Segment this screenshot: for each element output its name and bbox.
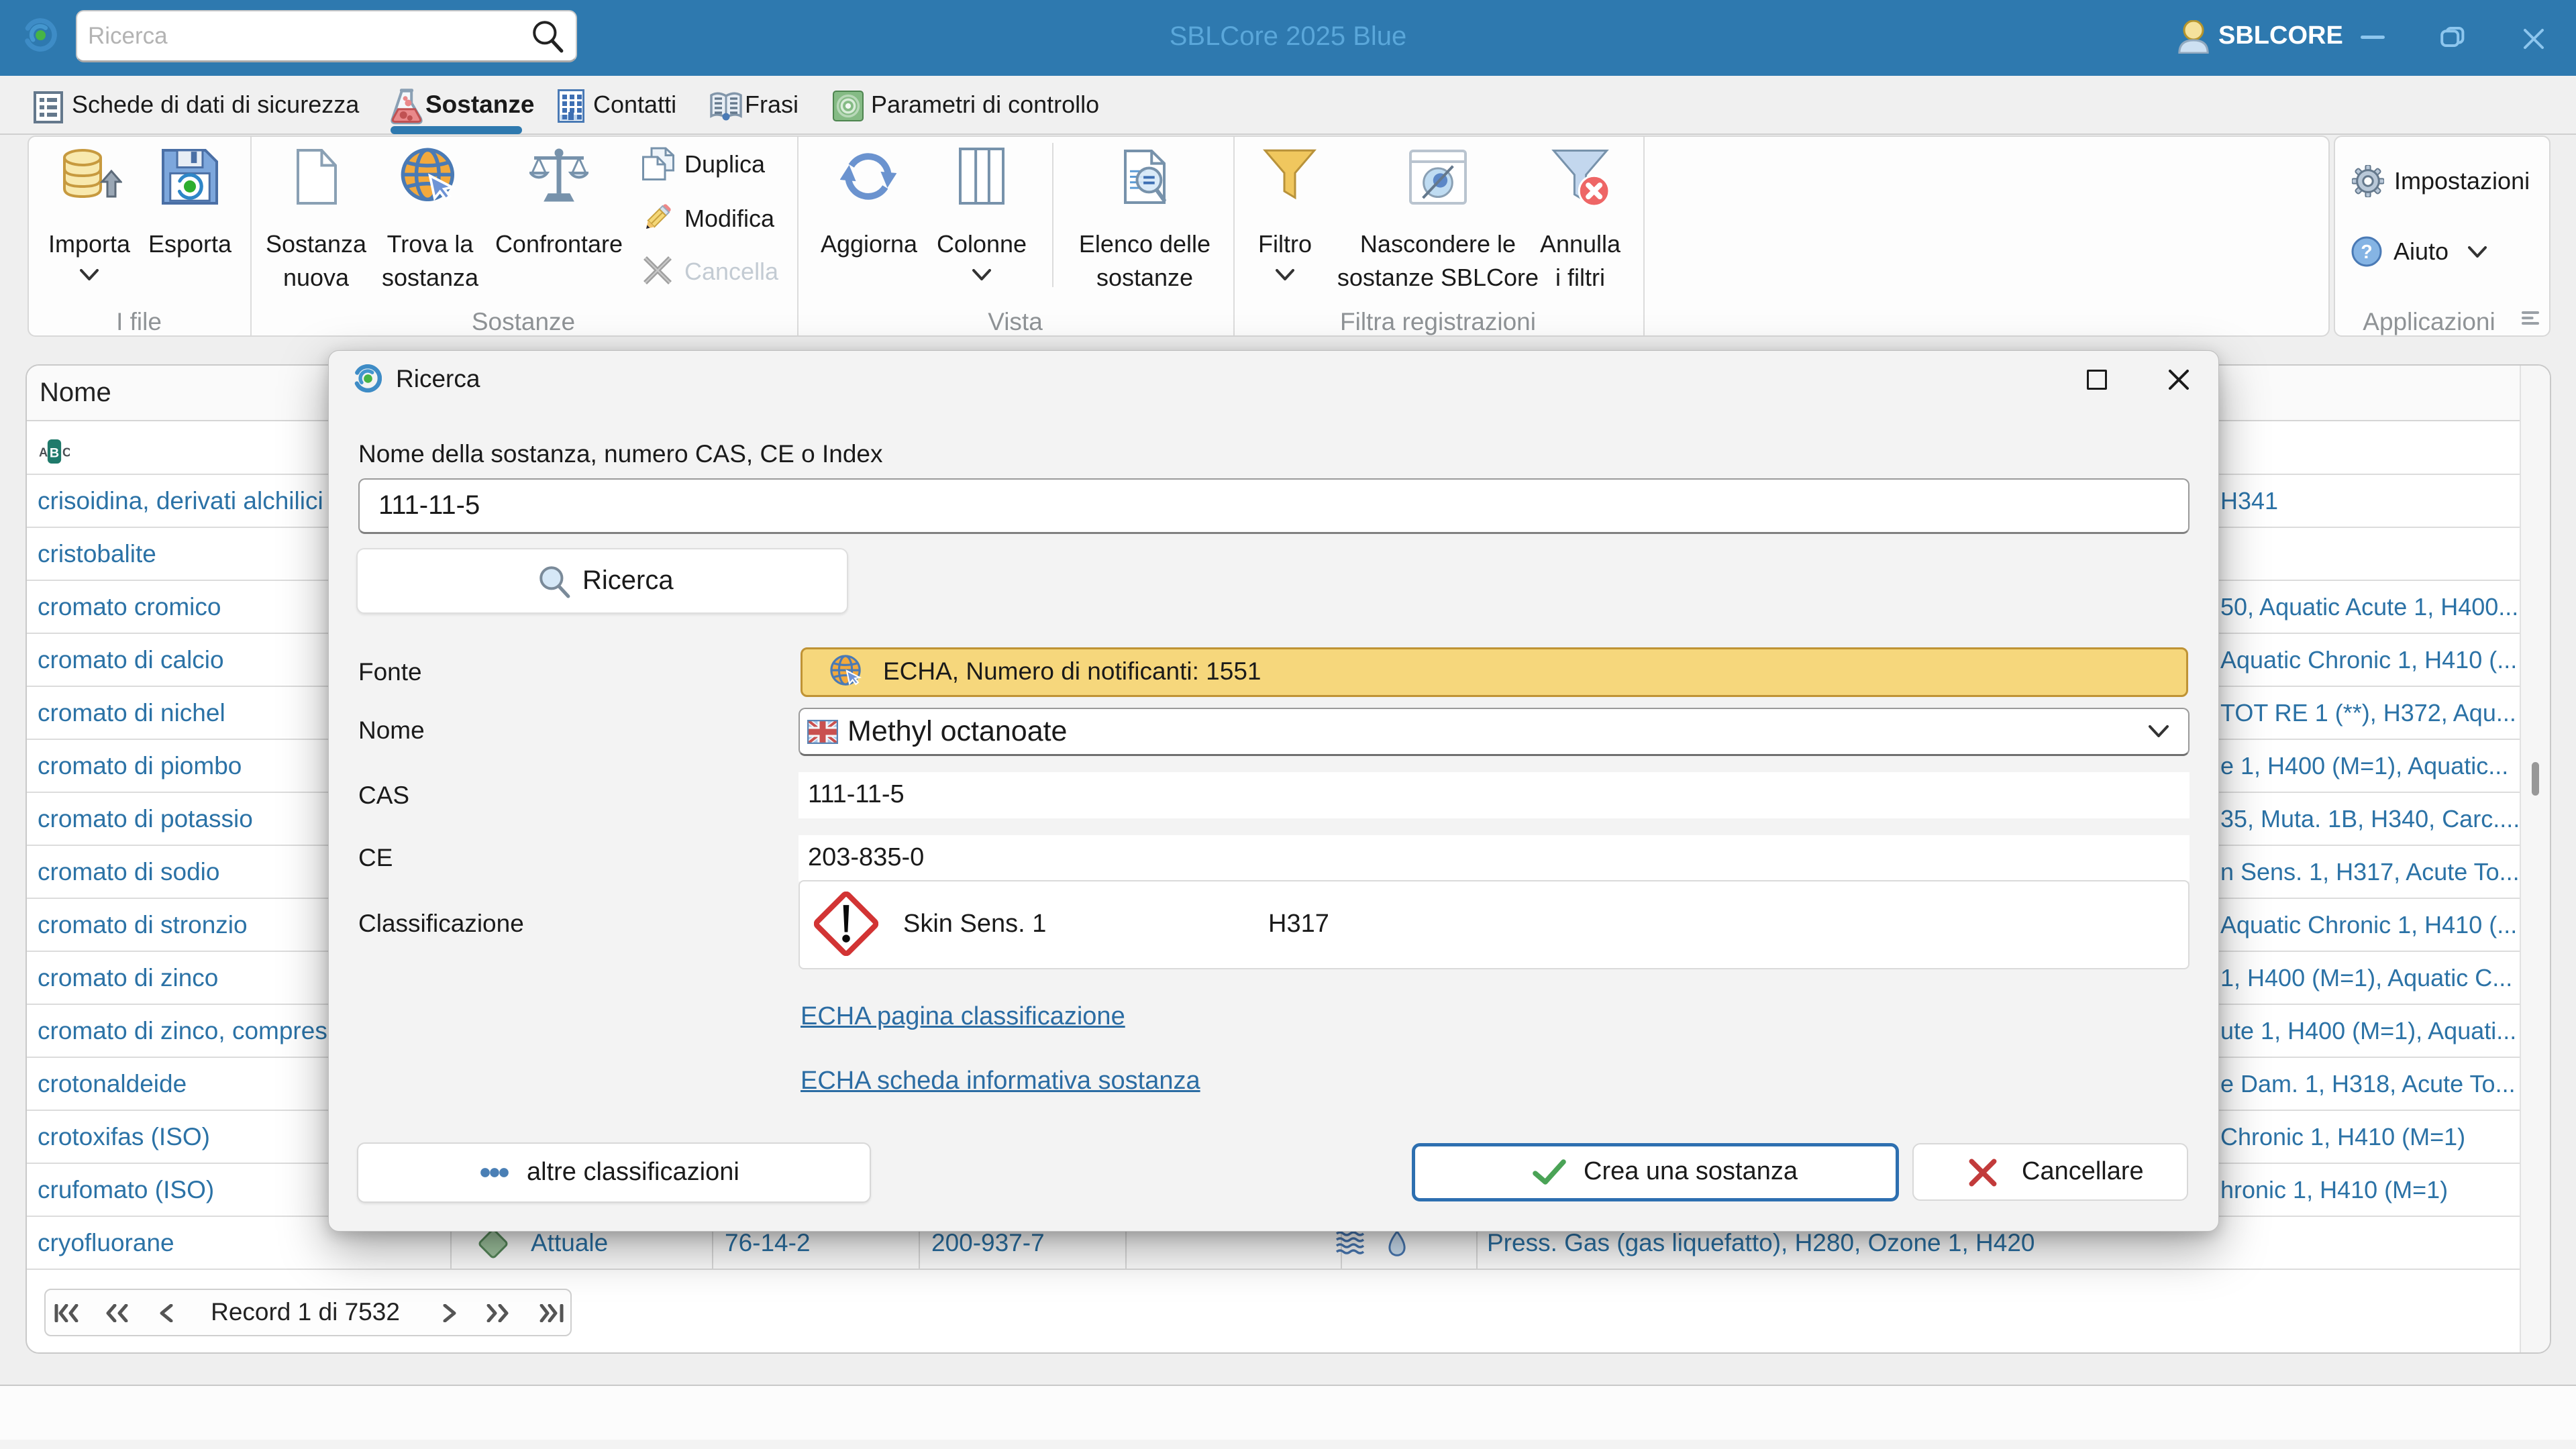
svg-text:B: B bbox=[50, 446, 59, 461]
svg-text:?: ? bbox=[2361, 241, 2372, 263]
svg-text:A: A bbox=[39, 445, 48, 460]
svg-text:C: C bbox=[62, 445, 70, 460]
